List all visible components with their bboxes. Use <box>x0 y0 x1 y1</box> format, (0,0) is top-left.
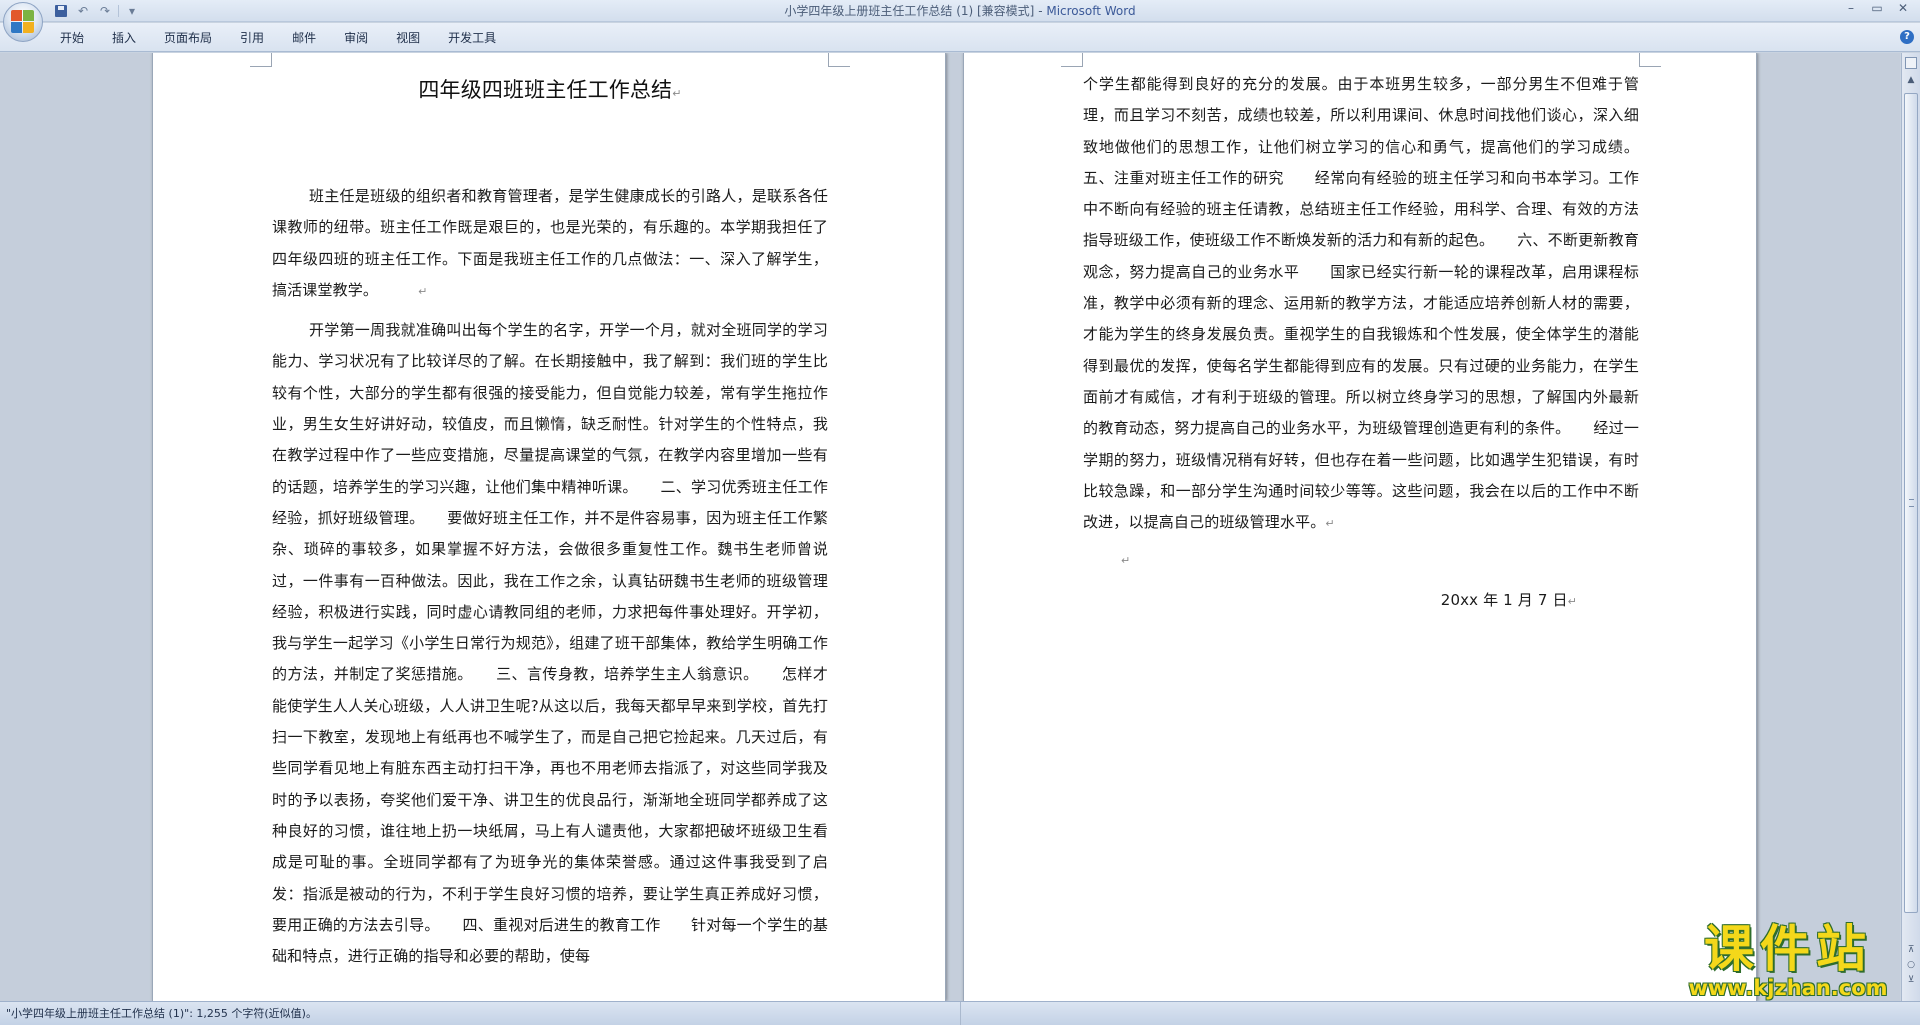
customize-qat-button[interactable]: ▾ <box>123 3 141 19</box>
margin-corner-mark <box>1639 53 1661 67</box>
save-icon <box>55 5 67 17</box>
office-logo-icon <box>11 10 35 34</box>
undo-button[interactable]: ↶ <box>74 3 92 19</box>
paragraph: 开学第一周我就准确叫出每个学生的名字，开学一个月，就对全班同学的学习能力、学习状… <box>272 321 828 966</box>
tab-review[interactable]: 审阅 <box>330 29 382 47</box>
tab-references[interactable]: 引用 <box>226 29 278 47</box>
window-controls: – ▭ ✕ <box>1838 0 1916 20</box>
margin-corner-mark <box>1061 53 1083 67</box>
tab-insert[interactable]: 插入 <box>98 29 150 47</box>
tab-mailings[interactable]: 邮件 <box>278 29 330 47</box>
redo-button[interactable]: ↷ <box>96 3 114 19</box>
vertical-scrollbar[interactable]: ▲ ⊼ ○ ⊻ <box>1901 53 1920 1001</box>
title-bar: ↶ ↷ ▾ 小学四年级上册班主任工作总结 (1) [兼容模式] - Micros… <box>0 0 1920 22</box>
ribbon: 开始 插入 页面布局 引用 邮件 审阅 视图 开发工具 ? <box>0 23 1920 52</box>
redo-icon: ↷ <box>99 4 111 18</box>
status-bar: "小学四年级上册班主任工作总结 (1)": 1,255 个字符(近似值)。 <box>0 1001 1920 1025</box>
qat-separator <box>118 5 119 17</box>
paragraph-mark: ↵ <box>1325 517 1335 531</box>
page-2-body: 个学生都能得到良好的充分的发展。由于本班男生较多，一部分男生不但难于管理，而且学… <box>1083 69 1639 617</box>
page-1-body: 四年级四班班主任工作总结↵ 班主任是班级的组织者和教育管理者，是学生健康成长的引… <box>272 53 828 972</box>
paragraph-mark: ↵ <box>672 87 682 100</box>
margin-corner-mark <box>828 53 850 67</box>
document-page-1[interactable]: 四年级四班班主任工作总结↵ 班主任是班级的组织者和教育管理者，是学生健康成长的引… <box>152 53 946 1001</box>
window-title-app: Microsoft Word <box>1046 4 1136 18</box>
tab-home[interactable]: 开始 <box>46 29 98 47</box>
scroll-thumb[interactable] <box>1904 93 1918 913</box>
document-page-2[interactable]: 个学生都能得到良好的充分的发展。由于本班男生较多，一部分男生不但难于管理，而且学… <box>963 53 1757 1001</box>
paragraph-mark: ↵ <box>1121 554 1131 568</box>
paragraph-mark: ↵ <box>418 284 428 298</box>
status-divider <box>960 1002 961 1025</box>
paragraph-mark: ↵ <box>1567 594 1577 608</box>
window-title: 小学四年级上册班主任工作总结 (1) [兼容模式] - Microsoft Wo… <box>0 0 1920 22</box>
tab-page-layout[interactable]: 页面布局 <box>150 29 226 47</box>
restore-icon: ▭ <box>1871 1 1883 15</box>
scroll-up-button[interactable]: ▲ <box>1904 73 1918 87</box>
site-watermark: 课件站 www.kjzhan.com <box>1668 922 1908 1002</box>
document-title: 四年级四班班主任工作总结↵ <box>418 78 682 102</box>
ribbon-tabs: 开始 插入 页面布局 引用 邮件 审阅 视图 开发工具 <box>46 29 510 47</box>
document-workspace[interactable]: 四年级四班班主任工作总结↵ 班主任是班级的组织者和教育管理者，是学生健康成长的引… <box>0 53 1900 1001</box>
undo-icon: ↶ <box>77 4 89 18</box>
grip-icon <box>1909 499 1914 507</box>
signature-date: 20xx 年 1 月 7 日↵ <box>1440 590 1577 609</box>
paragraph: 个学生都能得到良好的充分的发展。由于本班男生较多，一部分男生不但难于管理，而且学… <box>1083 75 1639 532</box>
save-button[interactable] <box>52 3 70 19</box>
chevron-down-icon: ▾ <box>128 4 136 18</box>
minimize-button[interactable]: – <box>1838 0 1864 18</box>
minimize-icon: – <box>1848 1 1854 15</box>
close-icon: ✕ <box>1897 1 1909 15</box>
restore-button[interactable]: ▭ <box>1864 0 1890 18</box>
tab-view[interactable]: 视图 <box>382 29 434 47</box>
tab-developer[interactable]: 开发工具 <box>434 29 510 47</box>
status-word-count[interactable]: "小学四年级上册班主任工作总结 (1)": 1,255 个字符(近似值)。 <box>6 1006 317 1022</box>
watermark-name: 课件站 <box>1704 919 1872 978</box>
watermark-url: www.kjzhan.com <box>1688 976 1888 1000</box>
office-button[interactable] <box>3 2 43 42</box>
paragraph: 班主任是班级的组织者和教育管理者，是学生健康成长的引路人，是联系各任课教师的纽带… <box>272 187 828 299</box>
close-button[interactable]: ✕ <box>1890 0 1916 18</box>
margin-corner-mark <box>250 53 272 67</box>
ruler-toggle-button[interactable] <box>1905 57 1917 69</box>
quick-access-toolbar: ↶ ↷ ▾ <box>52 3 141 19</box>
help-icon[interactable]: ? <box>1900 30 1914 44</box>
window-title-separator: - <box>1034 4 1047 18</box>
window-title-document: 小学四年级上册班主任工作总结 (1) [兼容模式] <box>784 4 1035 18</box>
